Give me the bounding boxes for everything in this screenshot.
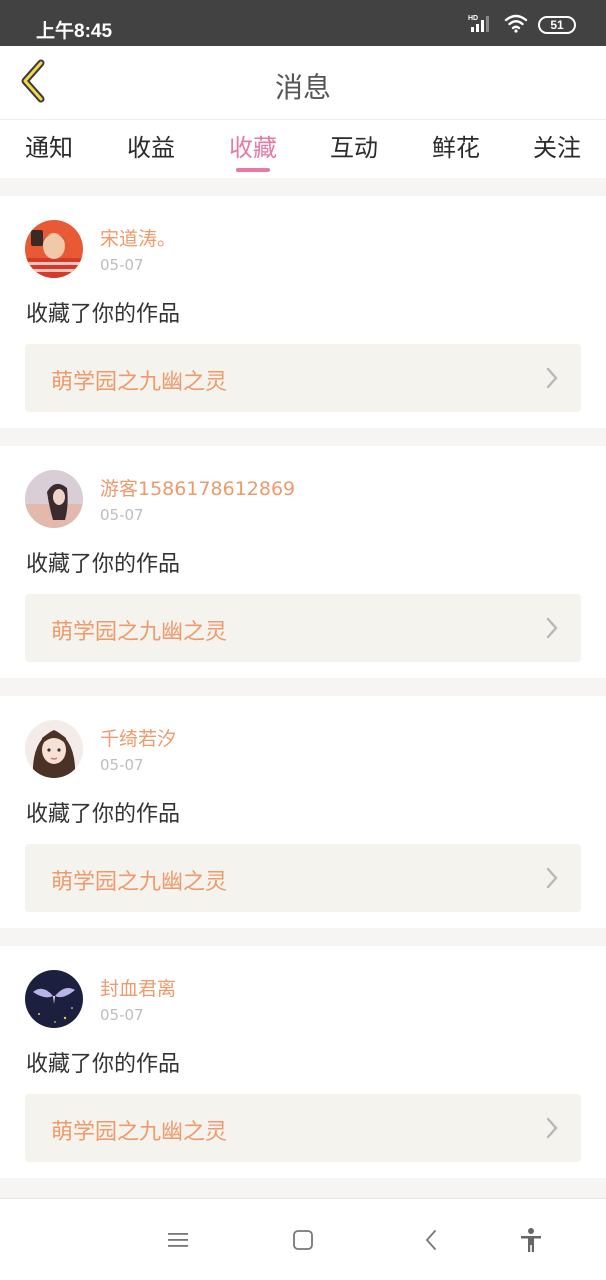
active-tab-indicator bbox=[236, 168, 270, 172]
battery-icon: 51 bbox=[538, 16, 576, 34]
message-card: 游客1586178612869 05-07 收藏了你的作品 萌学园之九幽之灵 bbox=[0, 446, 606, 678]
work-link[interactable]: 萌学园之九幽之灵 bbox=[25, 594, 581, 662]
action-text: 收藏了你的作品 bbox=[26, 802, 181, 827]
status-bar: 上午8:45 HD 51 bbox=[0, 0, 606, 46]
message-card: 千绮若汐 05-07 收藏了你的作品 萌学园之九幽之灵 bbox=[0, 696, 606, 928]
avatar[interactable] bbox=[25, 220, 83, 278]
page-title: 消息 bbox=[274, 71, 331, 104]
menu-icon[interactable] bbox=[163, 1225, 193, 1255]
home-icon[interactable] bbox=[288, 1225, 318, 1255]
message-card: 封血君离 05-07 收藏了你的作品 萌学园之九幽之灵 bbox=[0, 946, 606, 1178]
avatar[interactable] bbox=[25, 720, 83, 778]
username[interactable]: 千绮若汐 bbox=[100, 724, 176, 751]
username[interactable]: 封血君离 bbox=[100, 974, 176, 1001]
message-card: 宋道涛。 05-07 收藏了你的作品 萌学园之九幽之灵 bbox=[0, 196, 606, 428]
work-title: 萌学园之九幽之灵 bbox=[51, 1120, 228, 1145]
username[interactable]: 游客1586178612869 bbox=[100, 474, 295, 501]
action-text: 收藏了你的作品 bbox=[26, 552, 181, 577]
wifi-icon bbox=[504, 13, 528, 37]
message-date: 05-07 bbox=[100, 506, 144, 524]
avatar[interactable] bbox=[25, 970, 83, 1028]
chevron-right-icon bbox=[545, 616, 559, 644]
work-title: 萌学园之九幽之灵 bbox=[51, 370, 228, 395]
work-title: 萌学园之九幽之灵 bbox=[51, 620, 228, 645]
work-link[interactable]: 萌学园之九幽之灵 bbox=[25, 344, 581, 412]
header: 消息 bbox=[0, 46, 606, 120]
chevron-right-icon bbox=[545, 866, 559, 894]
tab-following[interactable]: 关注 bbox=[533, 128, 581, 163]
username[interactable]: 宋道涛。 bbox=[100, 224, 176, 251]
svg-text:HD: HD bbox=[468, 15, 478, 22]
chevron-right-icon bbox=[545, 1116, 559, 1144]
message-date: 05-07 bbox=[100, 256, 144, 274]
message-date: 05-07 bbox=[100, 756, 144, 774]
action-text: 收藏了你的作品 bbox=[26, 302, 181, 327]
work-title: 萌学园之九幽之灵 bbox=[51, 870, 228, 895]
status-icons: HD 51 bbox=[468, 14, 576, 36]
tab-favorites[interactable]: 收藏 bbox=[229, 128, 277, 163]
message-date: 05-07 bbox=[100, 1006, 144, 1024]
tab-interactions[interactable]: 互动 bbox=[330, 128, 378, 163]
work-link[interactable]: 萌学园之九幽之灵 bbox=[25, 1094, 581, 1162]
status-time: 上午8:45 bbox=[36, 21, 113, 42]
tab-earnings[interactable]: 收益 bbox=[127, 128, 175, 163]
hd-signal-icon: HD bbox=[468, 13, 494, 37]
tab-flowers[interactable]: 鲜花 bbox=[432, 128, 480, 163]
chevron-right-icon bbox=[545, 366, 559, 394]
tab-bar: 通知 收益 收藏 互动 鲜花 关注 bbox=[0, 120, 606, 178]
accessibility-icon[interactable] bbox=[516, 1225, 546, 1255]
action-text: 收藏了你的作品 bbox=[26, 1052, 181, 1077]
avatar[interactable] bbox=[25, 470, 83, 528]
work-link[interactable]: 萌学园之九幽之灵 bbox=[25, 844, 581, 912]
system-nav-bar bbox=[0, 1198, 606, 1280]
tab-notifications[interactable]: 通知 bbox=[25, 128, 73, 163]
back-icon[interactable] bbox=[416, 1225, 446, 1255]
